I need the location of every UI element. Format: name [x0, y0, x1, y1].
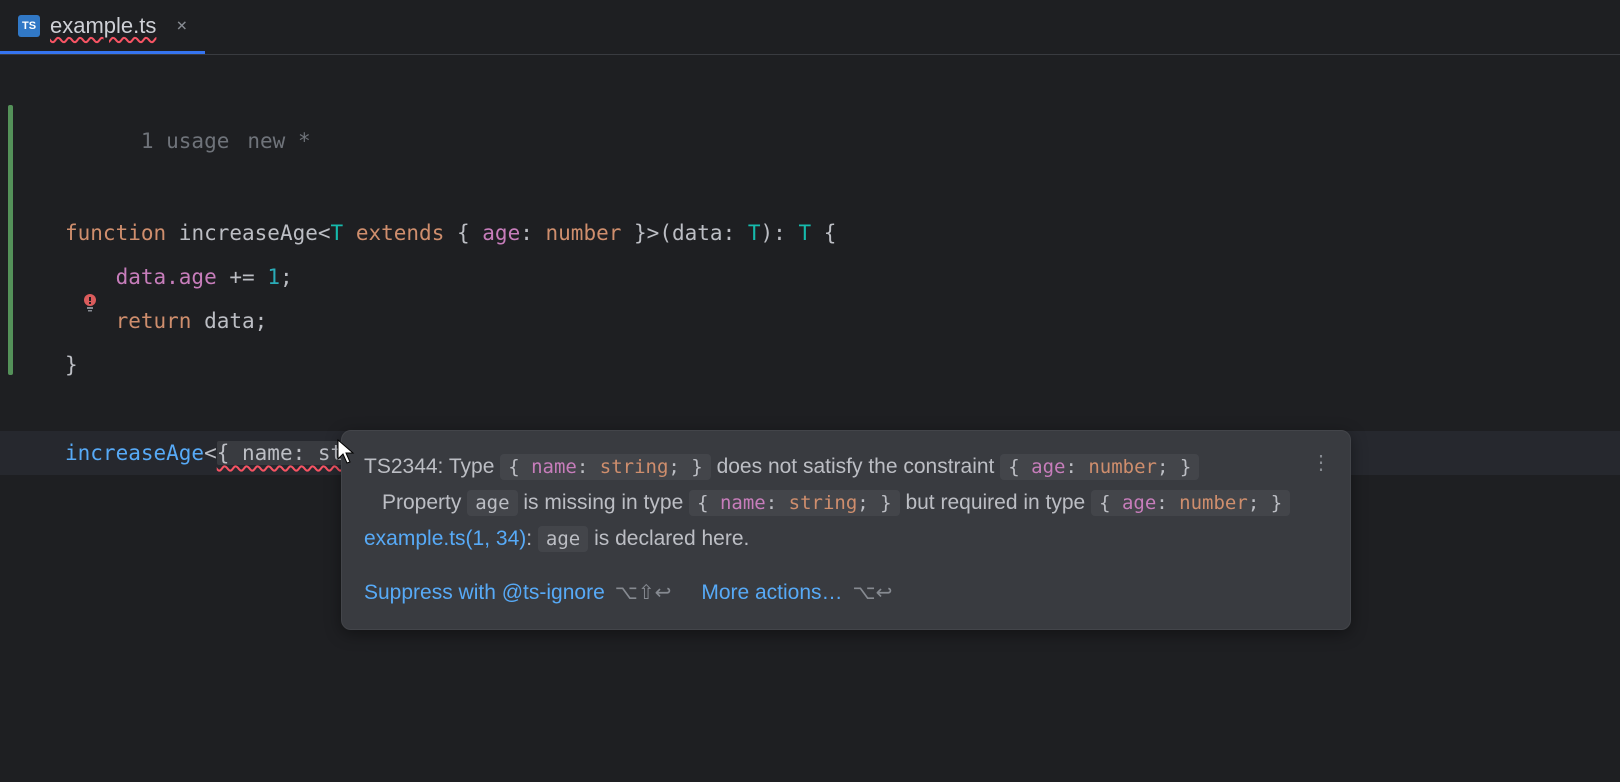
tooltip-line-1: TS2344: Type { name: string; } does not … [364, 449, 1328, 485]
goto-declaration-link[interactable]: example.ts(1, 34) [364, 527, 526, 550]
error-tooltip: ⋮ TS2344: Type { name: string; } does no… [341, 430, 1351, 630]
code-line-5 [65, 387, 1620, 431]
code-line-4: } [65, 343, 1620, 387]
tooltip-line-3: example.ts(1, 34): age is declared here. [364, 521, 1328, 557]
editor-area: 1 usage new * function increaseAge<T exte… [0, 55, 1620, 782]
more-actions[interactable]: More actions… ⌥↩ [701, 575, 892, 611]
code-line-3: return data; [65, 299, 1620, 343]
tooltip-actions: Suppress with @ts-ignore ⌥⇧↩ More action… [364, 575, 1328, 611]
code-editor[interactable]: 1 usage new * function increaseAge<T exte… [65, 55, 1620, 782]
typescript-icon: TS [18, 15, 40, 37]
inlay-hints: 1 usage new * [65, 75, 1620, 207]
shortcut-label: ⌥↩ [853, 575, 893, 611]
tooltip-line-2: Property age is missing in type { name: … [364, 485, 1328, 521]
close-tab-icon[interactable]: × [176, 15, 187, 36]
file-tab[interactable]: TS example.ts × [0, 0, 205, 54]
vcs-changed-marker[interactable] [8, 105, 13, 375]
tooltip-more-icon[interactable]: ⋮ [1311, 445, 1332, 481]
code-line-1: function increaseAge<T extends { age: nu… [65, 211, 1620, 255]
gutter [0, 55, 65, 782]
code-line-2: data.age += 1; [65, 255, 1620, 299]
usage-hint[interactable]: 1 usage [141, 129, 230, 153]
suppress-action[interactable]: Suppress with @ts-ignore ⌥⇧↩ [364, 575, 671, 611]
tab-filename: example.ts [50, 13, 156, 39]
new-hint[interactable]: new * [247, 129, 310, 153]
tab-bar: TS example.ts × [0, 0, 1620, 55]
shortcut-label: ⌥⇧↩ [615, 575, 672, 611]
